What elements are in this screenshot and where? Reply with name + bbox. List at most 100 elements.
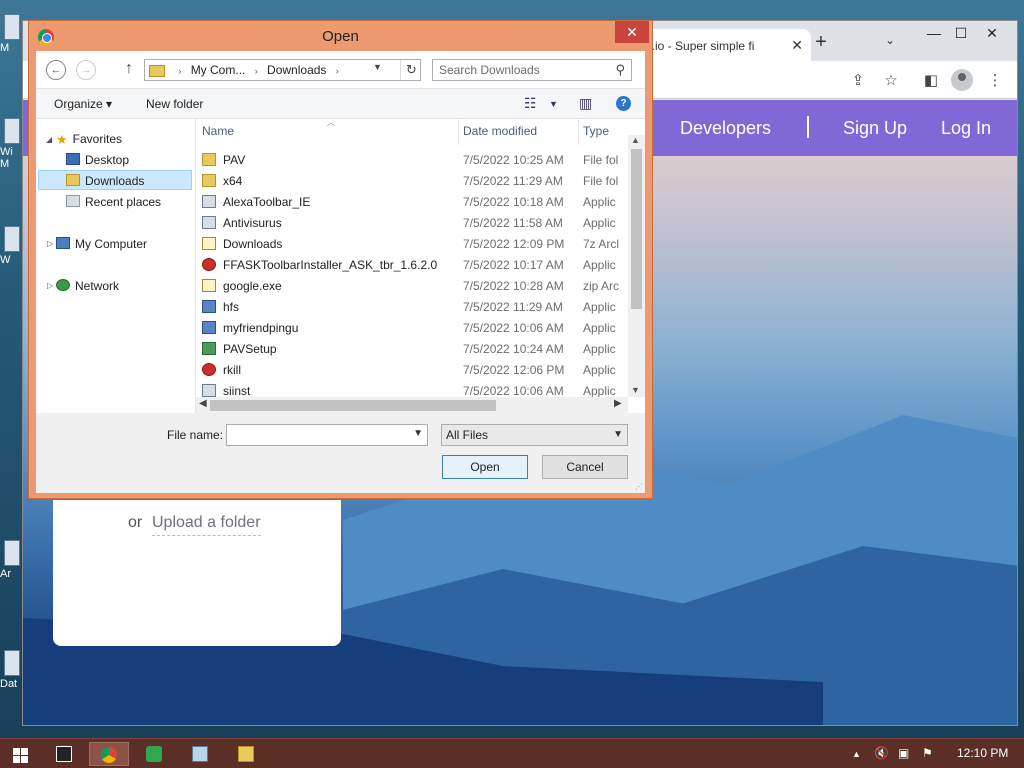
application-icon <box>202 363 216 376</box>
taskbar-7zip[interactable] <box>44 742 84 766</box>
start-button[interactable] <box>0 742 40 766</box>
minimize-button[interactable]: — <box>921 25 947 41</box>
nav-divider <box>807 116 809 138</box>
scroll-down-icon[interactable]: ▼ <box>631 385 640 395</box>
upload-folder-link[interactable]: Upload a folder <box>152 514 261 536</box>
vertical-scrollbar[interactable]: ▲ ▼ <box>628 135 645 397</box>
file-date: 7/5/2022 10:06 AM <box>463 384 564 398</box>
file-date: 7/5/2022 11:29 AM <box>463 300 563 314</box>
chevron-down-icon[interactable]: ▼ <box>613 429 623 440</box>
view-options-icon[interactable]: ☷ <box>524 95 537 112</box>
file-row[interactable]: rkill 7/5/2022 12:06 PM Applic <box>196 360 626 381</box>
nav-favorites[interactable]: ★ Favorites <box>56 129 122 149</box>
collapsed-triangle-icon[interactable]: ▷ <box>47 239 53 248</box>
nav-desktop[interactable]: Desktop <box>66 150 129 170</box>
share-icon[interactable]: ⇪ <box>848 71 868 89</box>
file-row[interactable]: FFASKToolbarInstaller_ASK_tbr_1.6.2.0 7/5… <box>196 255 626 276</box>
side-panel-icon[interactable]: ◧ <box>921 71 941 89</box>
file-row[interactable]: PAV 7/5/2022 10:25 AM File fol <box>196 150 626 171</box>
chevron-right-icon[interactable]: › <box>255 66 258 76</box>
column-header-type[interactable]: Type <box>583 124 609 138</box>
network-icon[interactable]: ▣ <box>898 746 909 760</box>
file-type-select[interactable]: All Files ▼ <box>441 424 628 446</box>
scroll-up-icon[interactable]: ▲ <box>631 135 640 145</box>
column-divider[interactable] <box>458 119 459 145</box>
nav-recent-places[interactable]: Recent places <box>66 192 161 212</box>
refresh-icon[interactable]: ↻ <box>400 60 422 80</box>
nav-my-computer[interactable]: My Computer <box>56 234 147 254</box>
desktop-icon-2[interactable]: Wi M <box>0 118 22 170</box>
chevron-right-icon[interactable]: › <box>178 66 181 76</box>
file-type: Applic <box>583 384 616 398</box>
taskbar-app[interactable] <box>134 742 174 766</box>
open-button[interactable]: Open <box>442 455 528 479</box>
nav-signup-link[interactable]: Sign Up <box>843 118 907 139</box>
file-name-input[interactable]: ▼ <box>226 424 428 446</box>
help-icon[interactable]: ? <box>616 96 631 111</box>
breadcrumb-my-computer[interactable]: My Com... <box>191 63 246 77</box>
file-row[interactable]: AlexaToolbar_IE 7/5/2022 10:18 AM Applic <box>196 192 626 213</box>
nav-login-link[interactable]: Log In <box>941 118 991 139</box>
tab-search-icon[interactable]: ⌄ <box>885 33 895 47</box>
file-row[interactable]: Downloads 7/5/2022 12:09 PM 7z Arcl <box>196 234 626 255</box>
chevron-down-icon[interactable]: ▼ <box>549 99 558 109</box>
address-bar[interactable]: › My Com... › Downloads › ▼ ↻ <box>144 59 421 81</box>
bookmark-star-icon[interactable]: ☆ <box>881 71 901 89</box>
chevron-down-icon[interactable]: ▼ <box>413 428 423 439</box>
new-folder-button[interactable]: New folder <box>146 97 203 111</box>
desktop-icon-4[interactable]: Ar <box>0 540 22 580</box>
nav-downloads[interactable]: Downloads <box>38 170 192 190</box>
profile-avatar[interactable] <box>951 69 973 91</box>
chevron-down-icon[interactable]: ▼ <box>373 62 382 72</box>
taskbar-chrome[interactable] <box>89 742 129 766</box>
chevron-right-icon[interactable]: › <box>336 66 339 76</box>
search-icon[interactable]: ⚲ <box>615 62 625 78</box>
file-row[interactable]: google.exe 7/5/2022 10:28 AM zip Arc <box>196 276 626 297</box>
file-row[interactable]: x64 7/5/2022 11:29 AM File fol <box>196 171 626 192</box>
desktop-icon-label: M <box>0 42 10 54</box>
column-header-date[interactable]: Date modified <box>463 124 537 138</box>
forward-arrow-icon[interactable]: → <box>76 60 96 80</box>
column-divider[interactable] <box>578 119 579 145</box>
back-arrow-icon[interactable]: ← <box>46 60 66 80</box>
dialog-close-button[interactable]: ✕ <box>615 21 649 43</box>
taskbar-explorer[interactable] <box>226 742 266 766</box>
expand-triangle-icon[interactable]: ◢ <box>46 135 52 144</box>
tray-expand-icon[interactable]: ▲ <box>852 749 861 759</box>
desktop-icon-1[interactable]: M <box>0 14 22 54</box>
scroll-left-icon[interactable]: ◀ <box>199 398 207 409</box>
close-window-button[interactable]: ✕ <box>979 25 1005 42</box>
nav-developers-link[interactable]: Developers <box>680 118 771 139</box>
menu-kebab-icon[interactable]: ⋮ <box>985 71 1005 89</box>
vertical-scroll-thumb[interactable] <box>631 149 642 309</box>
maximize-button[interactable]: ☐ <box>948 25 974 42</box>
scroll-right-icon[interactable]: ▶ <box>614 398 622 409</box>
taskbar-notepad[interactable] <box>180 742 220 766</box>
column-header-name[interactable]: Name <box>202 124 234 138</box>
file-row[interactable]: Antivisurus 7/5/2022 11:58 AM Applic <box>196 213 626 234</box>
search-input[interactable]: Search Downloads ⚲ <box>432 59 632 81</box>
desktop-icon-3[interactable]: W <box>0 226 22 266</box>
clock[interactable]: 12:10 PM <box>957 746 1008 760</box>
file-row[interactable]: myfriendpingu 7/5/2022 10:06 AM Applic <box>196 318 626 339</box>
new-tab-button[interactable]: + <box>809 31 833 54</box>
collapsed-triangle-icon[interactable]: ▷ <box>47 281 53 290</box>
up-arrow-icon[interactable]: ↑ <box>125 60 133 78</box>
browser-tab[interactable]: e.io - Super simple fi ✕ <box>633 29 811 61</box>
nav-network[interactable]: Network <box>56 276 119 296</box>
desktop-icon-5[interactable]: Dat <box>0 650 22 690</box>
volume-muted-icon[interactable]: 🔇 <box>874 746 889 760</box>
cancel-button[interactable]: Cancel <box>542 455 628 479</box>
organize-button[interactable]: Organize ▾ <box>54 97 112 111</box>
tab-close-icon[interactable]: ✕ <box>791 37 803 54</box>
horizontal-scrollbar[interactable]: ◀ ▶ <box>196 397 628 413</box>
action-center-icon[interactable]: ⚑ <box>922 746 933 760</box>
file-type: Applic <box>583 300 616 314</box>
file-row[interactable]: hfs 7/5/2022 11:29 AM Applic <box>196 297 626 318</box>
preview-pane-icon[interactable]: ▥ <box>579 95 592 112</box>
resize-grip-icon[interactable]: ⋰ <box>635 482 643 491</box>
upload-card: or Upload a folder <box>53 500 341 646</box>
horizontal-scroll-thumb[interactable] <box>210 400 496 411</box>
breadcrumb-downloads[interactable]: Downloads <box>267 63 326 77</box>
file-row[interactable]: PAVSetup 7/5/2022 10:24 AM Applic <box>196 339 626 360</box>
